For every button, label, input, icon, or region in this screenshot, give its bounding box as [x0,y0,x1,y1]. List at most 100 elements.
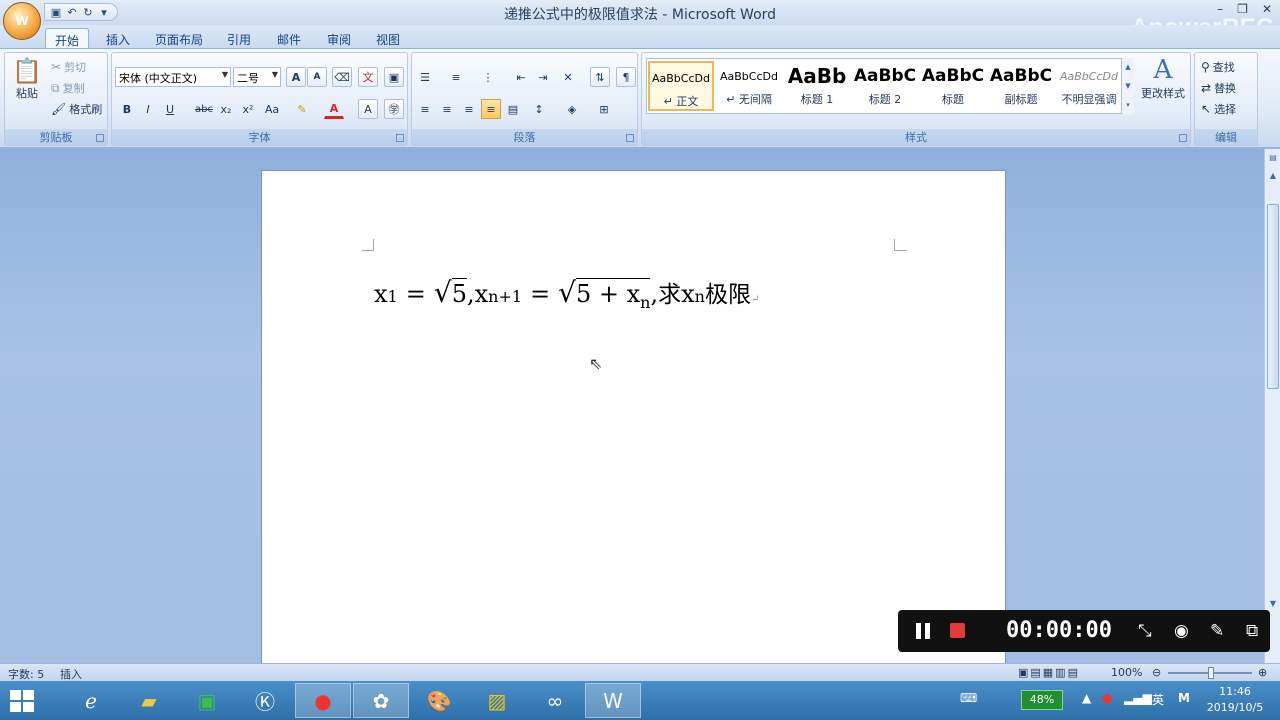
copy-button[interactable]: ⧉ 复制 [51,80,85,96]
shading-icon[interactable]: ◈ [562,99,582,119]
ruler-toggle-icon[interactable]: ▤ [1267,153,1279,165]
phonetic-guide-icon[interactable]: 文 [358,67,378,87]
tab-page-layout[interactable]: 页面布局 [155,28,203,49]
gallery-more-icon[interactable]: ▾ [1126,101,1130,109]
style-subtitle[interactable]: AaBbC 副标题 [988,61,1054,111]
justify-icon[interactable]: ≡ [481,99,501,119]
view-buttons-icon[interactable]: ▣▤▦▥▤ [1018,666,1080,679]
replace-button[interactable]: ⇄ 替换 [1201,80,1236,96]
enclose-char-icon[interactable]: ㊫ [384,99,404,119]
italic-button[interactable]: I [138,99,158,119]
shrink-font-button[interactable]: A [307,67,327,87]
vertical-scrollbar[interactable]: ▤ ▲ ▼ [1264,149,1280,663]
keyboard-icon[interactable]: ⌨ [960,691,977,705]
tab-home[interactable]: 开始 [45,28,89,49]
select-button[interactable]: ↖ 选择 [1201,101,1236,117]
baidu-icon[interactable]: ∞ [527,683,583,718]
paint-icon[interactable]: 🎨 [411,683,467,718]
video-app-icon[interactable]: ✿ [353,683,409,718]
style-title[interactable]: AaBbC 标题 [920,61,986,111]
notes-icon[interactable]: ▨ [469,683,525,718]
underline-button[interactable]: U [160,99,180,119]
find-button[interactable]: ⚲ 查找 [1201,59,1235,75]
zoom-level[interactable]: 100% [1111,666,1142,679]
start-button-icon[interactable] [10,690,34,712]
sort-icon[interactable]: ⇅ [590,67,610,87]
font-name-combo[interactable]: 宋体 (中文正文) ▼ [115,67,231,87]
strikethrough-button[interactable]: abc [194,99,214,119]
align-left-icon[interactable]: ≡ [415,99,435,119]
superscript-button[interactable]: x² [238,99,258,119]
style-heading-1[interactable]: AaBb 标题 1 [784,61,850,111]
decrease-indent-icon[interactable]: ⇤ [511,67,531,87]
chevron-up-icon[interactable]: ▲ [1267,171,1279,183]
change-case-button[interactable]: Aa [262,99,282,119]
store-icon[interactable]: ▣ [179,683,235,718]
style-no-spacing[interactable]: AaBbCcDd ↵ 无间隔 [716,61,782,111]
ie-icon[interactable]: ℯ [63,683,119,718]
zoom-slider-thumb[interactable] [1208,667,1214,679]
pen-icon[interactable]: ✎ [1210,621,1224,641]
paste-button[interactable]: 📋 粘贴 [9,57,45,101]
tab-review[interactable]: 审阅 [327,28,351,49]
stop-icon[interactable] [950,623,965,638]
tab-view[interactable]: 视图 [376,28,400,49]
distributed-icon[interactable]: ▤ [503,99,523,119]
recorder-app-icon[interactable]: ● [295,683,351,718]
pause-icon[interactable] [916,623,932,639]
insert-mode[interactable]: 插入 [60,666,82,682]
shrink-icon[interactable]: ⤡ [1138,621,1152,641]
ime-mode[interactable]: M [1178,691,1190,705]
document-page[interactable]: x1 = √ 5 , x n+1 = √ 5 + xn , 求 xn 极限 ↵ [261,170,1006,663]
tab-references[interactable]: 引用 [227,28,251,49]
recurrence-formula[interactable]: x1 = √ 5 , x n+1 = √ 5 + xn , 求 xn 极限 ↵ [374,275,759,312]
tab-insert[interactable]: 插入 [106,28,130,49]
ime-indicator[interactable]: 英 [1152,691,1164,708]
chevron-up-icon[interactable]: ▲ [1125,63,1130,71]
align-center-icon[interactable]: ≡ [437,99,457,119]
numbering-icon[interactable]: ≡ [446,67,466,87]
clock[interactable]: 11:46 2019/10/5 [1200,684,1270,716]
explorer-icon[interactable]: ▰ [121,683,177,718]
scrollbar-thumb[interactable] [1267,204,1279,389]
clear-format-icon[interactable]: ⌫ [332,67,352,87]
increase-indent-icon[interactable]: ⇥ [533,67,553,87]
format-painter-button[interactable]: 🖌 格式刷 [51,101,102,117]
word-icon[interactable]: W [585,683,641,718]
battery-indicator[interactable]: 48% [1021,690,1063,710]
clipboard-launcher-icon[interactable] [96,134,104,142]
borders-icon[interactable]: ⊞ [594,99,614,119]
paragraph-launcher-icon[interactable] [626,134,634,142]
recording-tray-icon[interactable]: ● [1102,691,1112,705]
subscript-button[interactable]: x₂ [216,99,236,119]
show-marks-icon[interactable]: ¶ [616,67,636,87]
chevron-down-icon[interactable]: ▼ [1125,82,1130,90]
cut-button[interactable]: ✂ 剪切 [51,59,86,75]
style-gallery-scroll[interactable]: ▲ ▼ ▾ [1121,58,1134,114]
change-styles-button[interactable]: A 更改样式 [1138,55,1188,101]
zoom-out-icon[interactable]: ⊖ [1152,666,1161,679]
chevron-down-icon[interactable]: ▼ [1267,599,1279,611]
char-border-icon[interactable]: ▣ [384,67,404,87]
styles-launcher-icon[interactable] [1179,134,1187,142]
office-button[interactable]: W [3,2,41,40]
font-launcher-icon[interactable] [396,134,404,142]
chinese-layout-icon[interactable]: ✕ [558,67,578,87]
highlight-icon[interactable]: ✎ [292,99,312,119]
multilevel-list-icon[interactable]: ⋮ [478,67,498,87]
tab-mailings[interactable]: 邮件 [277,28,301,49]
kugou-icon[interactable]: Ⓚ [237,683,293,718]
window-icon[interactable]: ⧉ [1246,621,1258,641]
camera-icon[interactable]: ◉ [1174,621,1189,641]
style-normal[interactable]: AaBbCcDd ↵ 正文 [648,61,714,111]
zoom-in-icon[interactable]: ⊕ [1258,666,1267,679]
font-size-combo[interactable]: 二号 ▼ [233,67,281,87]
bold-button[interactable]: B [117,99,137,119]
word-count[interactable]: 字数: 5 [8,666,44,682]
tray-expand-icon[interactable]: ▲ [1082,691,1091,705]
char-shading-icon[interactable]: A [358,99,378,119]
style-subtle-emphasis[interactable]: AaBbCcDd 不明显强调 [1056,61,1122,111]
line-spacing-icon[interactable]: ↕ [529,99,549,119]
grow-font-button[interactable]: A [286,67,306,87]
font-color-icon[interactable]: A [324,99,344,119]
